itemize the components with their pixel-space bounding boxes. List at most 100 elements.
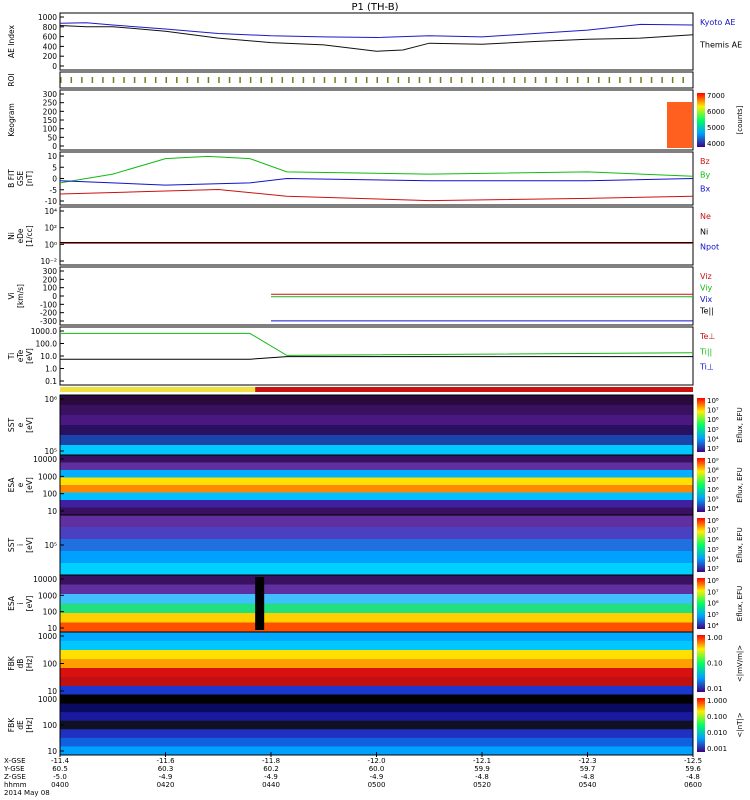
ylabel: GSE bbox=[16, 171, 25, 187]
legend-label: Te⊥ bbox=[699, 332, 715, 341]
roi-mark bbox=[661, 77, 663, 83]
roi-mark bbox=[249, 77, 252, 83]
roi-mark bbox=[81, 77, 83, 83]
roi-mark bbox=[418, 77, 421, 83]
roi-mark bbox=[186, 77, 189, 83]
xtick-label: 0440 bbox=[262, 781, 280, 789]
ytick-label: 10⁻² bbox=[40, 257, 57, 266]
spectrogram-band bbox=[60, 703, 693, 713]
spectrogram-band bbox=[60, 712, 693, 722]
roi-mark bbox=[387, 77, 389, 83]
roi-mark bbox=[555, 77, 558, 83]
ytick-label: 1000 bbox=[38, 13, 57, 22]
colorbar-tick-label: 7000 bbox=[707, 92, 725, 100]
roi-mark bbox=[207, 77, 210, 83]
roi-mark bbox=[397, 77, 400, 83]
roi-mark bbox=[313, 77, 315, 83]
roi-mark bbox=[619, 77, 621, 83]
colorbar bbox=[697, 458, 705, 512]
roi-mark bbox=[133, 77, 136, 83]
colorbar-tick-label: 10⁶ bbox=[707, 486, 719, 494]
spectrogram-band bbox=[60, 435, 693, 446]
ytick-label: 50 bbox=[47, 133, 57, 142]
xtick-label: 60.5 bbox=[52, 765, 68, 773]
xtick-label: -12.3 bbox=[578, 757, 596, 765]
colorbar bbox=[697, 635, 705, 692]
ytick-label: 0.1 bbox=[45, 377, 57, 386]
spectrogram-band bbox=[60, 405, 693, 416]
roi-mark bbox=[587, 77, 589, 83]
spectrogram-band bbox=[60, 445, 693, 456]
ytick-label: 300 bbox=[43, 90, 58, 99]
spectrogram-band bbox=[60, 668, 693, 678]
colorbar-tick-label: 0.10 bbox=[707, 660, 723, 668]
roi-mark bbox=[545, 77, 547, 83]
legend-label: Bz bbox=[700, 157, 710, 166]
spectrogram-band bbox=[60, 603, 693, 614]
roi-mark bbox=[492, 77, 495, 83]
ylabel: ESA bbox=[7, 477, 16, 493]
xtick-label: -4.9 bbox=[370, 773, 384, 781]
ytick-label: 10000 bbox=[33, 575, 57, 584]
colorbar-tick-label: 10⁸ bbox=[707, 397, 719, 405]
roi-mark bbox=[629, 77, 632, 83]
status-bar-a bbox=[60, 387, 256, 392]
ylabel: Ni bbox=[7, 232, 16, 240]
ytick-label: 10⁵ bbox=[44, 541, 57, 550]
ylabel: ESA bbox=[7, 595, 16, 611]
roi-mark bbox=[671, 77, 674, 83]
xtick-label: -11.6 bbox=[156, 757, 175, 765]
status-bar-b bbox=[255, 387, 694, 392]
ephemeris-row-label: Z-GSE bbox=[4, 773, 26, 781]
roi-mark bbox=[344, 77, 347, 83]
ytick-label: 150 bbox=[43, 116, 58, 125]
roi-mark bbox=[176, 77, 178, 83]
spectrogram-band bbox=[60, 455, 693, 463]
ylabel: [Hz] bbox=[25, 717, 34, 733]
roi-mark bbox=[302, 77, 305, 83]
legend-label: Viz bbox=[700, 272, 712, 281]
roi-mark bbox=[197, 77, 199, 83]
ytick-label: 1000 bbox=[38, 591, 57, 600]
roi-mark bbox=[608, 77, 611, 83]
ytick-label: 600 bbox=[43, 33, 58, 42]
trace-bz bbox=[59, 188, 694, 202]
ytick-label: 100 bbox=[43, 608, 58, 617]
panel-sst_i: 10⁵SST i [eV]10⁸10⁷10⁶10⁵10⁴10³Eflux, EFU bbox=[7, 514, 744, 576]
colorbar-tick-label: 10⁴ bbox=[707, 435, 719, 443]
ytick-label: 10⁰ bbox=[44, 240, 57, 249]
colorbar-tick-label: 0.010 bbox=[707, 729, 727, 737]
ytick-label: 200 bbox=[43, 52, 58, 61]
ylabel: e bbox=[16, 422, 25, 427]
roi-mark bbox=[260, 77, 262, 83]
ylabel: [nT] bbox=[25, 171, 34, 186]
spectrogram-band bbox=[60, 563, 693, 576]
roi-mark bbox=[482, 77, 484, 83]
ytick-label: 0 bbox=[52, 175, 57, 184]
colorbar-label: Eflux, EFU bbox=[736, 527, 744, 562]
xtick-label: 0420 bbox=[157, 781, 175, 789]
xtick-label: -12.0 bbox=[367, 757, 385, 765]
spectrogram-band bbox=[60, 613, 693, 623]
colorbar-tick-label: 0.001 bbox=[707, 745, 727, 753]
colorbar-label: Eflux, EFU bbox=[736, 467, 744, 502]
ylabel: [km/s] bbox=[16, 284, 25, 308]
spectrogram-band bbox=[60, 415, 693, 426]
spectrogram-band bbox=[60, 695, 693, 705]
colorbar-label: [counts] bbox=[736, 105, 744, 134]
colorbar bbox=[697, 698, 705, 752]
ytick-label: 400 bbox=[43, 42, 58, 51]
roi-mark bbox=[281, 77, 284, 83]
roi-mark bbox=[376, 77, 378, 83]
spectrogram-band bbox=[60, 515, 693, 528]
ytick-label: 1000.0 bbox=[31, 327, 57, 336]
spectrogram-band bbox=[60, 659, 693, 669]
ytick-label: 100 bbox=[43, 660, 58, 669]
legend-label: Themis AE bbox=[699, 41, 742, 50]
colorbar-label: <|nT|> bbox=[736, 712, 744, 737]
colorbar-tick-label: 10⁶ bbox=[707, 600, 719, 608]
legend-label: Kyoto AE bbox=[700, 18, 735, 27]
roi-mark bbox=[566, 77, 568, 83]
roi-mark bbox=[682, 77, 684, 83]
ylabel: ROI bbox=[7, 73, 16, 86]
